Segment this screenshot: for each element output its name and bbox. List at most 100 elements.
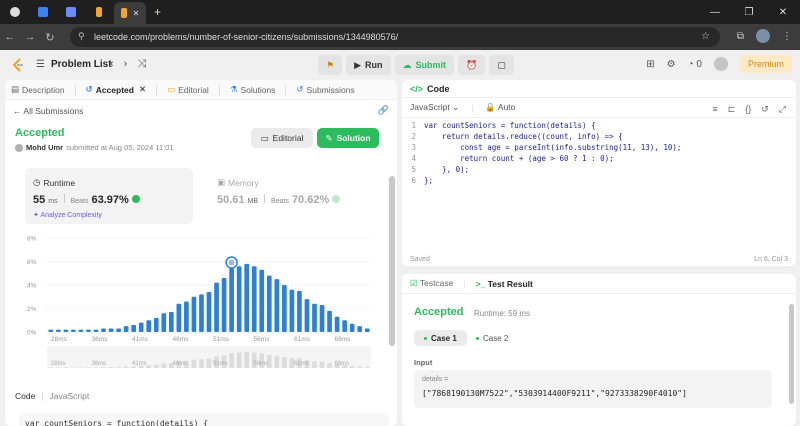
code-line[interactable]: 4 return count + (age > 60 ? 1 : 0); [402, 153, 796, 164]
browser-tab[interactable] [86, 2, 112, 22]
distribution-bar[interactable] [108, 328, 114, 332]
distribution-bar[interactable] [334, 316, 340, 332]
distribution-bar[interactable] [282, 285, 287, 332]
menu-icon[interactable]: ⋮ [782, 31, 792, 42]
distribution-bar[interactable] [176, 303, 182, 332]
reset-icon[interactable]: ↺ [761, 104, 769, 115]
distribution-bar[interactable] [357, 326, 363, 332]
share-link-icon[interactable]: 🔗 [378, 105, 389, 116]
distribution-bar[interactable] [206, 292, 212, 332]
restore-icon[interactable]: ❐ [732, 7, 766, 18]
distribution-bar[interactable] [364, 328, 370, 332]
browser-tab[interactable] [2, 2, 28, 22]
timer-button[interactable]: ⏰ [458, 55, 486, 75]
author-name[interactable]: Mohd Umr [26, 143, 63, 152]
distribution-bar[interactable] [116, 328, 121, 332]
runtime-card[interactable]: ◷ Runtime 55 ms Beats 63.97% ✦ Analyze Co… [25, 168, 193, 224]
distribution-bar[interactable] [48, 329, 54, 332]
author-avatar[interactable] [15, 143, 23, 152]
code-line[interactable]: 1 var countSeniors = function(details) { [402, 120, 796, 131]
code-line[interactable]: 2 return details.reduce((count, info) =>… [402, 131, 796, 142]
browser-tab[interactable] [30, 2, 56, 22]
tab-testcase[interactable]: ☑ Testcase [410, 278, 453, 289]
close-icon[interactable]: ✕ [133, 9, 140, 18]
fullscreen-icon[interactable]: ⤢ [779, 104, 786, 115]
case-1-tab[interactable]: Case 1 [414, 330, 467, 346]
bookmark-star-icon[interactable]: ☆ [701, 31, 710, 42]
new-tab-button[interactable]: + [154, 5, 161, 19]
prev-problem-icon[interactable]: ‹ [110, 58, 114, 71]
distribution-bar[interactable] [86, 329, 91, 332]
distribution-bar[interactable] [312, 303, 317, 332]
distribution-bar[interactable] [297, 290, 302, 332]
distribution-bar[interactable] [349, 323, 355, 332]
streak-counter[interactable]: ◔ 0 [688, 59, 702, 70]
code-line[interactable]: 5 }, 0); [402, 164, 796, 175]
analyze-complexity-link[interactable]: ✦ Analyze Complexity [33, 211, 102, 219]
distribution-bar[interactable] [342, 320, 347, 332]
leetcode-logo[interactable] [12, 58, 24, 72]
distribution-bar[interactable] [78, 329, 84, 332]
distribution-bar[interactable] [184, 301, 189, 332]
close-window-icon[interactable]: ✕ [766, 7, 800, 18]
distribution-bar[interactable] [101, 328, 106, 332]
shuffle-icon[interactable]: ⤨ [137, 58, 146, 71]
distribution-bar[interactable] [161, 313, 167, 332]
tab-solutions[interactable]: ⚗ Solutions [230, 84, 276, 95]
code-line[interactable]: 3 const age = parseInt(info.substring(11… [402, 142, 796, 153]
back-icon[interactable]: ← [0, 31, 20, 43]
distribution-bar[interactable] [191, 296, 197, 332]
scrollbar[interactable] [789, 304, 794, 404]
distribution-bar[interactable] [289, 289, 295, 332]
tab-editorial[interactable]: ▭ Editorial [167, 84, 209, 95]
minimize-icon[interactable]: — [698, 7, 732, 18]
distribution-bar[interactable] [319, 304, 325, 332]
runtime-distribution-chart[interactable]: 0% 2% 4% 6% 8% 28ms 36ms 41ms 46ms 51ms 56ms 61ms 66… [25, 228, 377, 374]
solution-button[interactable]: ✎ Solution [317, 128, 379, 148]
tab-submissions[interactable]: ↺ Submissions [296, 84, 354, 95]
distribution-bar[interactable] [199, 294, 204, 332]
run-button[interactable]: ▶ Run [346, 55, 391, 75]
distribution-bar[interactable] [236, 266, 242, 332]
distribution-bar[interactable] [251, 266, 257, 332]
tab-description[interactable]: ▤ Description [11, 84, 65, 95]
layout-icon[interactable]: ⊞ [646, 59, 654, 70]
all-submissions-link[interactable]: ← All Submissions [13, 106, 83, 116]
case-2-tab[interactable]: Case 2 [466, 330, 518, 346]
distribution-bar[interactable] [214, 282, 219, 332]
bookmark-icon[interactable]: ⊏ [728, 104, 736, 115]
extensions-icon[interactable]: ⧉ [737, 31, 744, 42]
distribution-bar[interactable] [266, 275, 272, 332]
submit-button[interactable]: ☁ Submit [394, 55, 454, 75]
url-field[interactable]: ⚲ leetcode.com/problems/number-of-senior… [70, 27, 720, 47]
braces-icon[interactable]: {} [745, 104, 751, 115]
distribution-bar[interactable] [229, 268, 234, 332]
browser-tab[interactable] [58, 2, 84, 22]
distribution-bar[interactable] [123, 326, 129, 332]
distribution-bar[interactable] [63, 329, 69, 332]
distribution-bar[interactable] [138, 322, 144, 332]
forward-icon[interactable]: → [20, 31, 40, 43]
premium-button[interactable]: Premium [739, 55, 792, 73]
editorial-button[interactable]: ▭ Editorial [251, 128, 313, 148]
profile-avatar[interactable] [756, 29, 770, 43]
browser-tab-active[interactable]: ✕ [114, 2, 146, 24]
distribution-bar[interactable] [153, 317, 159, 332]
close-tab-icon[interactable]: ✕ [139, 84, 146, 95]
user-avatar[interactable] [713, 57, 728, 71]
settings-gear-icon[interactable]: ⚙ [667, 59, 676, 70]
distribution-bar[interactable] [327, 310, 332, 332]
code-editor[interactable]: 1 var countSeniors = function(details) {2… [402, 120, 796, 240]
auto-mode-toggle[interactable]: 🔒 Auto [485, 102, 515, 113]
distribution-bar[interactable] [55, 329, 61, 332]
scrollbar[interactable] [389, 176, 395, 346]
distribution-bar[interactable] [71, 329, 76, 332]
notes-button[interactable]: ▢ [489, 55, 514, 75]
format-icon[interactable]: ≡ [712, 104, 717, 115]
distribution-bar[interactable] [244, 263, 250, 332]
code-line[interactable]: 6}; [402, 175, 796, 186]
distribution-bar[interactable] [93, 329, 99, 332]
distribution-bar[interactable] [131, 324, 136, 332]
distribution-bar[interactable] [221, 277, 227, 332]
distribution-bar[interactable] [146, 320, 152, 332]
